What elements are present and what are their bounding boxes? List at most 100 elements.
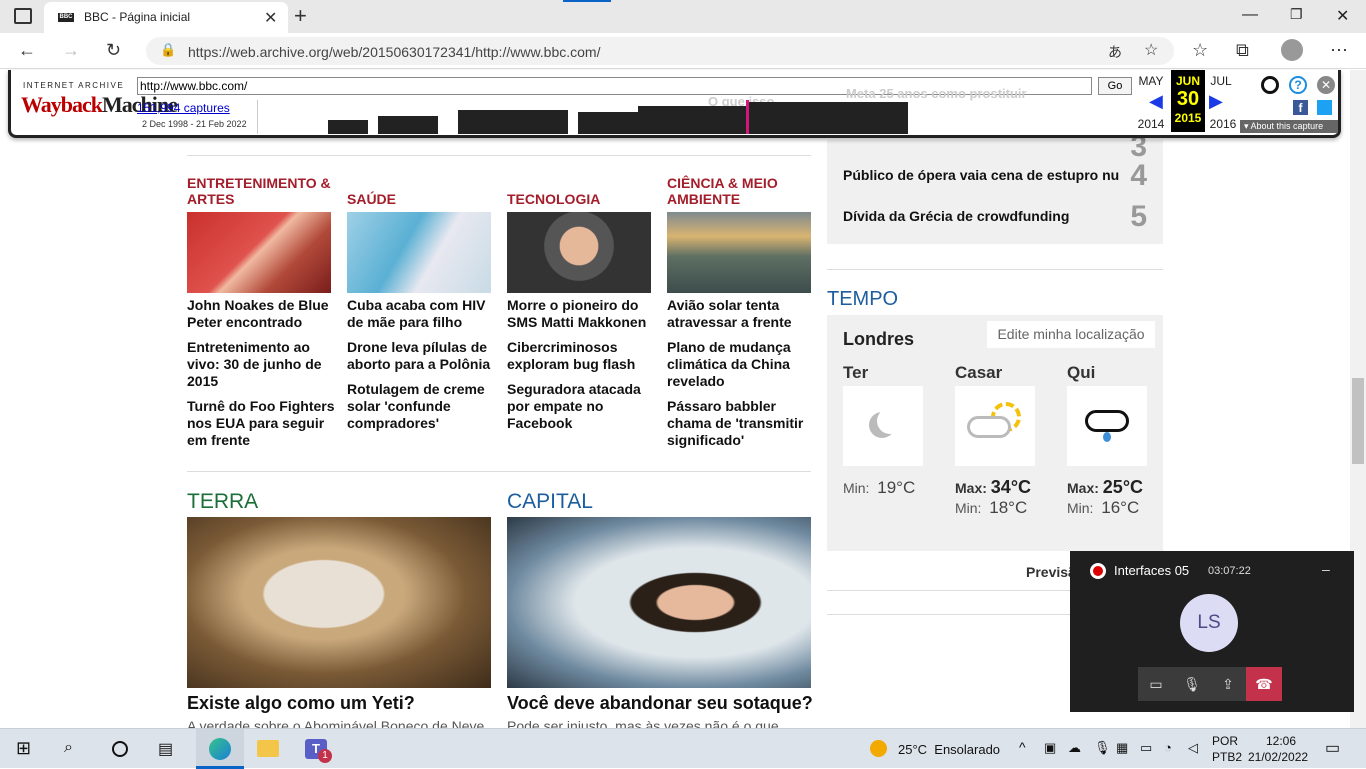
prev-month[interactable]: MAY bbox=[1133, 74, 1169, 88]
headline[interactable]: Plano de mudança climática da China reve… bbox=[667, 339, 817, 390]
favorites-icon[interactable]: ☆ bbox=[1192, 40, 1208, 61]
thumb-hiv[interactable] bbox=[347, 212, 491, 293]
go-button[interactable]: Go bbox=[1098, 77, 1132, 95]
tray-wifi-icon[interactable]: ◔ bbox=[1164, 740, 1172, 755]
headline[interactable]: Turnê do Foo Fighters nos EUA para segui… bbox=[187, 398, 337, 449]
clock-time[interactable]: 12:06 bbox=[1266, 734, 1296, 748]
headline[interactable]: Cuba acaba com HIV de mãe para filho bbox=[347, 297, 497, 331]
max-value: 34°C bbox=[990, 477, 1032, 497]
twitter-icon[interactable] bbox=[1317, 100, 1332, 115]
task-view-icon[interactable]: ▤ bbox=[158, 739, 173, 759]
tray-app-icon[interactable]: ▣ bbox=[1044, 740, 1056, 756]
next-arrow-icon[interactable]: ▶ bbox=[1209, 91, 1223, 112]
minimize-icon[interactable]: — bbox=[1242, 6, 1258, 24]
edge-icon[interactable] bbox=[196, 729, 244, 769]
tray-volume-icon[interactable]: ◁ bbox=[1188, 740, 1198, 756]
headline[interactable]: John Noakes de Blue Peter encontrado bbox=[187, 297, 337, 331]
about-capture-button[interactable]: ▾ About this capture bbox=[1240, 120, 1338, 133]
refresh-icon[interactable]: ↻ bbox=[106, 40, 121, 61]
notification-icon[interactable]: ▭ bbox=[1325, 738, 1340, 758]
histogram-block bbox=[328, 120, 368, 134]
close-tab-icon[interactable]: ✕ bbox=[264, 8, 277, 28]
tray-chevron-icon[interactable]: ^ bbox=[1019, 739, 1026, 755]
thumb-solar-plane[interactable] bbox=[667, 212, 811, 293]
back-icon[interactable]: ← bbox=[18, 40, 36, 61]
address-bar[interactable]: 🔒 https://web.archive.org/web/2015063017… bbox=[146, 37, 1174, 65]
file-explorer-icon[interactable] bbox=[257, 740, 279, 757]
headline[interactable]: Pássaro babbler chama de 'transmitir sig… bbox=[667, 398, 817, 449]
headline[interactable]: Drone leva pílulas de aborto para a Polô… bbox=[347, 339, 497, 373]
call-minimize-button[interactable]: – bbox=[1322, 561, 1330, 577]
help-icon[interactable]: ? bbox=[1289, 76, 1307, 94]
taskbar-weather[interactable]: 25°C Ensolarado bbox=[898, 742, 1000, 757]
section-heading-entertainment[interactable]: ENTRETENIMENTO & ARTES bbox=[187, 175, 337, 207]
prev-arrow-icon[interactable]: ◀ bbox=[1149, 91, 1163, 112]
user-icon[interactable] bbox=[1261, 76, 1279, 94]
headline[interactable]: Rotulagem de creme solar 'confunde compr… bbox=[347, 381, 497, 432]
section-heading-science[interactable]: CIÊNCIA & MEIO AMBIENTE bbox=[667, 175, 817, 207]
facebook-icon[interactable]: f bbox=[1293, 100, 1308, 115]
mic-off-button[interactable]: 🎙 bbox=[1174, 667, 1210, 701]
address-url[interactable]: https://web.archive.org/web/201506301723… bbox=[188, 44, 600, 60]
scrollbar-thumb[interactable] bbox=[1352, 378, 1364, 464]
share-screen-button[interactable]: ⇪ bbox=[1210, 667, 1246, 701]
headline[interactable]: Entretenimento ao vivo: 30 de junho de 2… bbox=[187, 339, 337, 390]
tray-mic-icon[interactable]: 🎙 bbox=[1094, 740, 1111, 756]
section-heading-health[interactable]: SAÚDE bbox=[347, 191, 497, 207]
windows-start-icon[interactable]: ⊞ bbox=[16, 738, 31, 759]
divider bbox=[187, 471, 811, 472]
search-icon[interactable]: ⌕ bbox=[64, 739, 73, 757]
edit-location-button[interactable]: Edite minha localização bbox=[987, 321, 1155, 348]
more-icon[interactable]: ⋯ bbox=[1330, 40, 1348, 61]
capital-heading[interactable]: CAPITAL bbox=[507, 490, 593, 514]
clock-date[interactable]: 21/02/2022 bbox=[1248, 750, 1308, 764]
headline[interactable]: Morre o pioneiro do SMS Matti Makkonen bbox=[507, 297, 657, 331]
teams-call-window[interactable]: Interfaces 05 03:07:22 – LS ▭ 🎙 ⇪ ☎ bbox=[1070, 551, 1354, 712]
capture-histogram[interactable] bbox=[257, 100, 908, 134]
tray-cloud-icon[interactable]: ☁ bbox=[1068, 740, 1081, 756]
profile-avatar[interactable] bbox=[1281, 39, 1303, 61]
forward-icon[interactable]: → bbox=[62, 40, 80, 61]
thumb-makkonen[interactable] bbox=[507, 212, 651, 293]
yeti-image[interactable] bbox=[187, 517, 491, 688]
popular-item[interactable]: Dívida da Grécia de crowdfunding bbox=[843, 208, 1069, 224]
call-title: Interfaces 05 bbox=[1114, 563, 1190, 578]
new-tab-icon[interactable]: + bbox=[294, 3, 307, 29]
close-toolbar-icon[interactable]: ✕ bbox=[1317, 76, 1335, 94]
favorite-add-icon[interactable]: ☆ bbox=[1144, 40, 1158, 60]
weather-sun-icon[interactable] bbox=[870, 740, 887, 757]
next-year[interactable]: 2016 bbox=[1205, 117, 1241, 131]
headline[interactable]: Seguradora atacada por empate no Faceboo… bbox=[507, 381, 657, 432]
min-label: Min: bbox=[1067, 500, 1094, 516]
tempo-heading[interactable]: TEMPO bbox=[827, 288, 898, 311]
language-code[interactable]: POR bbox=[1212, 734, 1238, 748]
sun-cloud-icon bbox=[955, 386, 1035, 466]
hang-up-button[interactable]: ☎ bbox=[1246, 667, 1282, 701]
language-layout[interactable]: PTB2 bbox=[1212, 750, 1242, 764]
restore-icon[interactable]: ❐ bbox=[1290, 6, 1303, 23]
popular-item[interactable]: Público de ópera vaia cena de estupro nu bbox=[843, 167, 1119, 183]
read-aloud-icon[interactable]: あ bbox=[1108, 42, 1122, 62]
tray-network-icon[interactable]: ▦ bbox=[1116, 740, 1128, 756]
terra-title[interactable]: Existe algo como um Yeti? bbox=[187, 693, 415, 714]
cortana-icon[interactable] bbox=[112, 741, 128, 757]
capital-image[interactable] bbox=[507, 517, 811, 688]
capital-title[interactable]: Você deve abandonar seu sotaque? bbox=[507, 693, 813, 714]
tray-battery-icon[interactable]: ▭ bbox=[1140, 740, 1152, 756]
browser-tab[interactable]: BBC BBC - Página inicial ✕ bbox=[44, 2, 288, 33]
collections-icon[interactable]: ⧉ bbox=[1236, 40, 1249, 61]
headline[interactable]: Avião solar tenta atravessar a frente bbox=[667, 297, 817, 331]
headline[interactable]: Cibercriminosos exploram bug flash bbox=[507, 339, 657, 373]
camera-off-button[interactable]: ▭ bbox=[1138, 667, 1174, 701]
tab-actions-icon[interactable] bbox=[14, 8, 32, 24]
captures-link[interactable]: 151,994 captures bbox=[137, 101, 230, 115]
next-month[interactable]: JUL bbox=[1203, 74, 1239, 88]
section-heading-technology[interactable]: TECNOLOGIA bbox=[507, 191, 657, 207]
weather-day: Qui bbox=[1067, 363, 1096, 382]
window-close-icon[interactable]: ✕ bbox=[1336, 6, 1349, 26]
terra-heading[interactable]: TERRA bbox=[187, 490, 258, 514]
prev-year[interactable]: 2014 bbox=[1133, 117, 1169, 131]
forecast-link[interactable]: Previsã bbox=[1026, 564, 1076, 580]
call-timer: 03:07:22 bbox=[1208, 565, 1251, 577]
thumb-noakes[interactable] bbox=[187, 212, 331, 293]
